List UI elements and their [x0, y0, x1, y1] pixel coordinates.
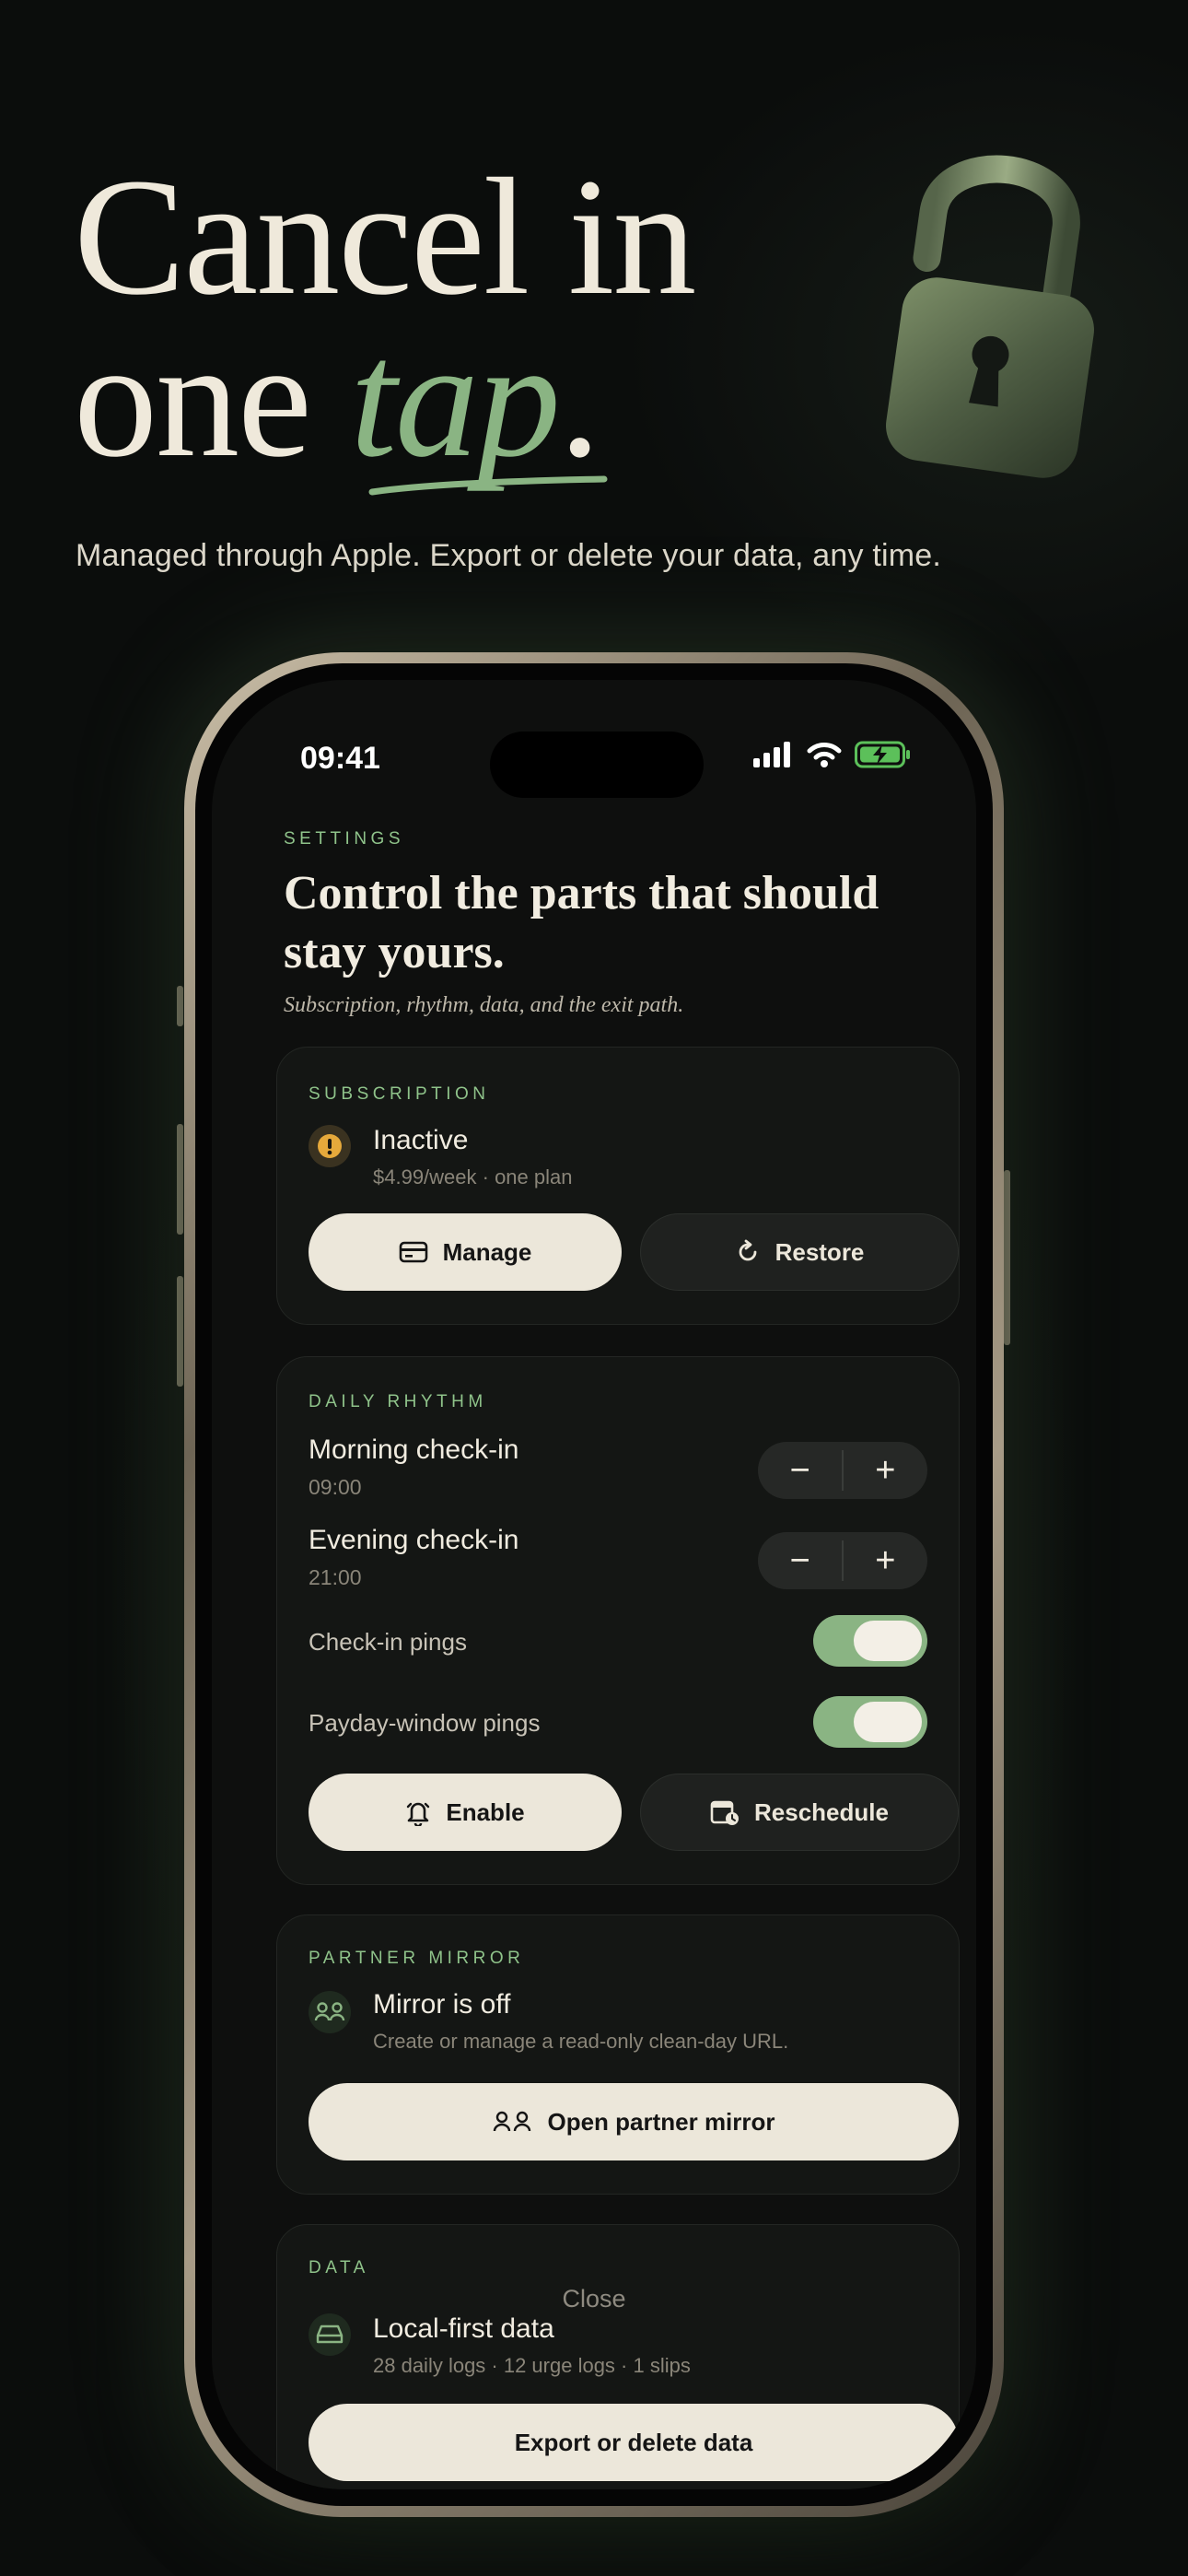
evening-checkin-label: Evening check-in [309, 1525, 519, 1555]
payday-pings-toggle[interactable] [813, 1696, 927, 1748]
open-partner-mirror-label: Open partner mirror [547, 2107, 775, 2136]
subscription-eyebrow: SUBSCRIPTION [309, 1084, 490, 1104]
morning-checkin-label: Morning check-in [309, 1434, 519, 1465]
partner-icon [494, 2111, 531, 2132]
hero-title-line2: one tap. [74, 316, 694, 484]
reschedule-button[interactable]: Reschedule [640, 1774, 959, 1851]
mirror-description: Create or manage a read-only clean-day U… [373, 2030, 789, 2053]
page-subtitle: Subscription, rhythm, data, and the exit… [284, 993, 684, 1017]
partner-icon [309, 1991, 351, 2033]
evening-checkin-time: 21:00 [309, 1565, 362, 1589]
morning-decrement-button[interactable]: − [758, 1442, 842, 1499]
accent-underline [368, 475, 608, 496]
open-partner-mirror-button[interactable]: Open partner mirror [309, 2083, 959, 2160]
checkin-pings-toggle[interactable] [813, 1615, 927, 1667]
status-icons [753, 741, 912, 768]
subscription-status: Inactive [373, 1125, 469, 1155]
enable-button[interactable]: Enable [309, 1774, 622, 1851]
hero-title-suffix: . [558, 307, 600, 492]
hero-title-prefix: one [74, 307, 351, 492]
morning-time-stepper: − + [758, 1442, 927, 1499]
phone-screen: 09:41 SETTINGS Control the parts that sh… [212, 680, 976, 2489]
morning-increment-button[interactable]: + [844, 1442, 927, 1499]
morning-checkin-time: 09:00 [309, 1475, 362, 1499]
close-button[interactable]: Close [212, 2285, 976, 2313]
daily-rhythm-eyebrow: DAILY RHYTHM [309, 1392, 487, 1411]
warning-icon [309, 1125, 351, 1167]
restore-label: Restore [775, 1237, 865, 1266]
subscription-card: SUBSCRIPTION Inactive $4.99/week · one p… [276, 1047, 960, 1325]
calendar-clock-icon [710, 1800, 740, 1825]
evening-decrement-button[interactable]: − [758, 1532, 842, 1589]
status-time: 09:41 [300, 741, 380, 776]
export-delete-button[interactable]: Export or delete data [309, 2404, 959, 2481]
data-card: DATA Local-first data 28 daily logs · 12… [276, 2224, 960, 2489]
hero-subtitle: Managed through Apple. Export or delete … [76, 538, 942, 573]
hero-title-accent: tap [350, 307, 561, 492]
credit-card-icon [399, 1241, 427, 1263]
phone-frame: 09:41 SETTINGS Control the parts that sh… [184, 652, 1004, 2517]
hero-title: Cancel in one tap. [74, 145, 696, 484]
evening-time-stepper: − + [758, 1532, 927, 1589]
evening-increment-button[interactable]: + [844, 1532, 927, 1589]
volume-up-button [177, 1124, 183, 1235]
manage-label: Manage [442, 1237, 532, 1266]
page-title: Control the parts that should stay yours… [284, 867, 879, 978]
payday-pings-label: Payday-window pings [309, 1709, 541, 1737]
wifi-icon [807, 743, 842, 767]
hero-title-line1: Cancel in [74, 145, 696, 330]
battery-charging-icon [855, 741, 910, 768]
enable-label: Enable [446, 1797, 525, 1826]
mirror-status: Mirror is off [373, 1989, 511, 2020]
drive-icon [309, 2313, 351, 2356]
partner-mirror-card: PARTNER MIRROR Mirror is off Create or m… [276, 1914, 960, 2195]
signal-icon [753, 742, 790, 767]
export-delete-label: Export or delete data [514, 2428, 753, 2456]
checkin-pings-label: Check-in pings [309, 1628, 467, 1656]
action-button [177, 986, 183, 1026]
volume-down-button [177, 1276, 183, 1387]
daily-rhythm-card: DAILY RHYTHM Morning check-in 09:00 − + … [276, 1356, 960, 1885]
data-stats: 28 daily logs · 12 urge logs · 1 slips [373, 2354, 691, 2377]
subscription-plan: $4.99/week · one plan [373, 1165, 573, 1188]
dynamic-island [490, 732, 704, 798]
lock-open-icon [886, 155, 1094, 478]
reschedule-label: Reschedule [754, 1797, 889, 1826]
restore-button[interactable]: Restore [640, 1213, 959, 1291]
data-eyebrow: DATA [309, 2258, 369, 2277]
bell-icon [407, 1802, 430, 1826]
manage-button[interactable]: Manage [309, 1213, 622, 1291]
partner-mirror-eyebrow: PARTNER MIRROR [309, 1949, 525, 1968]
settings-eyebrow: SETTINGS [284, 829, 405, 849]
restore-icon [739, 1239, 756, 1261]
power-button [1004, 1170, 1010, 1345]
data-title: Local-first data [373, 2313, 554, 2344]
